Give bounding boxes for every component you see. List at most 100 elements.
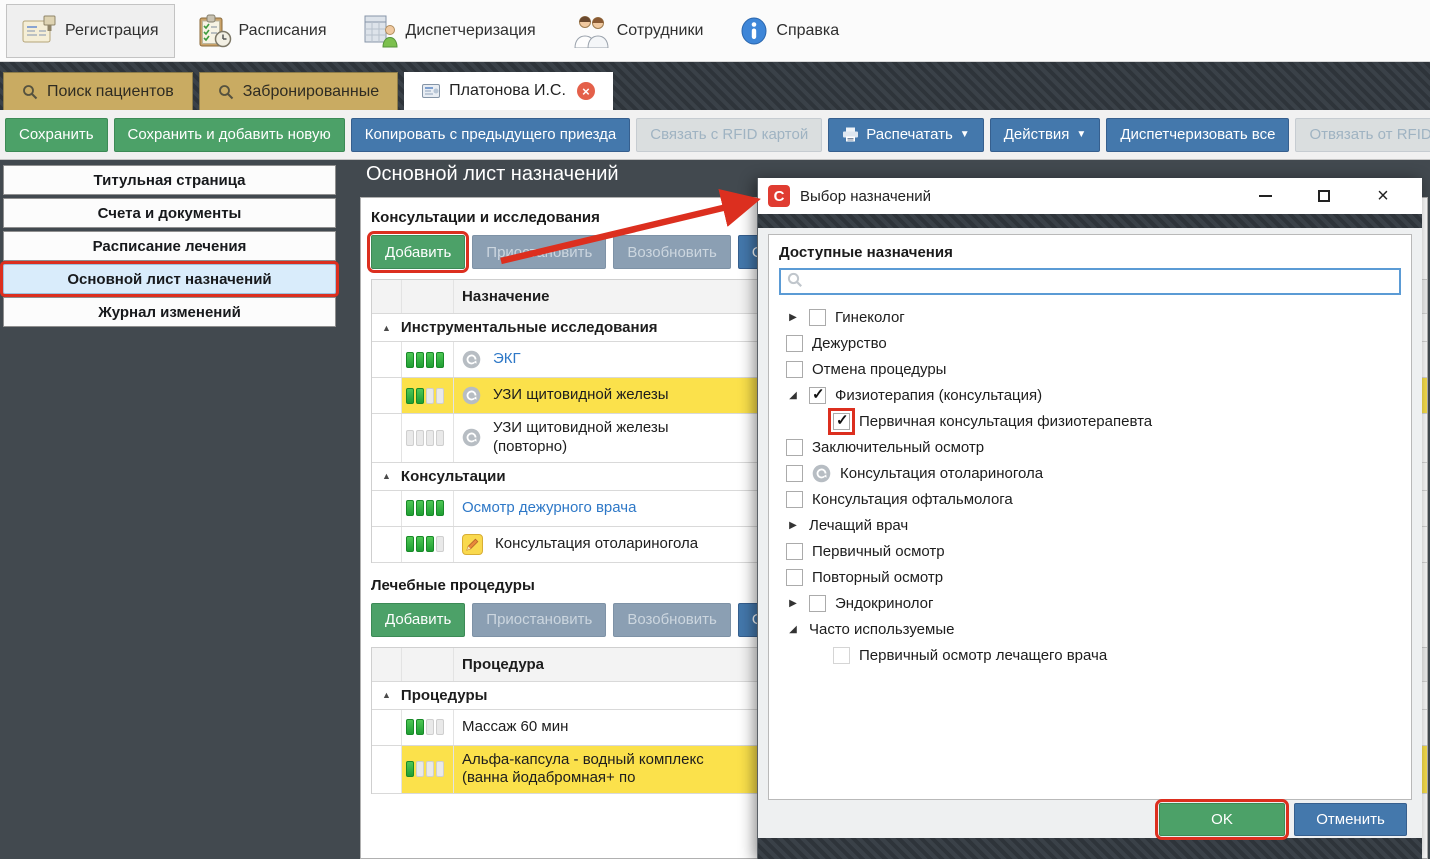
ribbon-item-5[interactable]: Справка xyxy=(724,4,854,58)
tree-item[interactable]: Повторный осмотр xyxy=(769,564,1411,590)
tree-item[interactable]: ▶ Гинеколог xyxy=(769,304,1411,330)
ribbon-item-3[interactable]: Диспетчеризация xyxy=(348,4,551,58)
tree-item-label: Гинеколог xyxy=(835,309,905,326)
tree-checkbox[interactable] xyxy=(809,595,826,612)
progress-block-on xyxy=(406,761,414,777)
minimize-icon[interactable] xyxy=(1250,181,1280,211)
expander-expanded-icon[interactable]: ◢ xyxy=(786,390,800,401)
tree-item[interactable]: ◢Физиотерапия (консультация) xyxy=(769,382,1411,408)
search-icon xyxy=(22,84,38,100)
tab-close-icon[interactable]: × xyxy=(577,82,595,100)
collapse-triangle-icon: ▲ xyxy=(382,690,391,700)
progress-block-off xyxy=(416,761,424,777)
maximize-icon[interactable] xyxy=(1309,181,1339,211)
tree-checkbox[interactable] xyxy=(786,465,803,482)
tab-3[interactable]: Платонова И.С.× xyxy=(404,72,613,110)
tree-checkbox[interactable] xyxy=(786,543,803,560)
actions-button[interactable]: Действия▼ xyxy=(990,118,1101,152)
tree-item-label: Заключительный осмотр xyxy=(812,439,984,456)
search-box[interactable] xyxy=(779,268,1401,295)
button-label: Действия xyxy=(1004,126,1070,143)
tab-2[interactable]: Забронированные xyxy=(199,72,398,110)
save-button[interactable]: Сохранить xyxy=(5,118,108,152)
close-icon[interactable]: × xyxy=(1368,181,1398,211)
tree-checkbox[interactable] xyxy=(786,361,803,378)
dialog-titlebar: С Выбор назначений × xyxy=(758,178,1422,214)
expander-collapsed-icon[interactable]: ▶ xyxy=(786,312,800,323)
add-procedure-button[interactable]: Добавить xyxy=(371,603,465,637)
action-toolbar: Сохранить Сохранить и добавить новую Копир… xyxy=(0,110,1430,160)
progress-block-off xyxy=(406,430,414,446)
dispatch-icon xyxy=(363,14,399,48)
copy-previous-visit-button[interactable]: Копировать с предыдущего приезда xyxy=(351,118,631,152)
tree-checkbox[interactable] xyxy=(786,439,803,456)
sidebar-item-1[interactable]: Титульная страница xyxy=(3,165,336,195)
row-expander-cell xyxy=(372,342,402,377)
tree-checkbox[interactable] xyxy=(809,387,826,404)
sidebar-item-3[interactable]: Расписание лечения xyxy=(3,231,336,261)
tree-item[interactable]: Первичная консультация физиотерапевта xyxy=(769,408,1411,434)
search-icon xyxy=(787,272,803,292)
ribbon-item-1[interactable]: Регистрация xyxy=(6,4,175,58)
tab-1[interactable]: Поиск пациентов xyxy=(3,72,193,110)
tree-checkbox[interactable] xyxy=(833,413,850,430)
tree-item[interactable]: Консультация офтальмолога xyxy=(769,486,1411,512)
tree-item-label: Повторный осмотр xyxy=(812,569,943,586)
cancel-button[interactable]: Отменить xyxy=(1294,803,1407,836)
row-label[interactable]: Осмотр дежурного врача xyxy=(462,499,636,518)
tree-checkbox[interactable] xyxy=(786,491,803,508)
tree-item[interactable]: Первичный осмотр xyxy=(769,538,1411,564)
button-label: Копировать с предыдущего приезда xyxy=(365,126,617,143)
tree-checkbox[interactable] xyxy=(786,335,803,352)
sidebar-item-5[interactable]: Журнал изменений xyxy=(3,297,336,327)
save-and-add-button[interactable]: Сохранить и добавить новую xyxy=(114,118,345,152)
expander-expanded-icon[interactable]: ◢ xyxy=(786,624,800,635)
ribbon-item-2[interactable]: Расписания xyxy=(181,4,342,58)
collapse-triangle-icon: ▲ xyxy=(382,471,391,481)
row-expander-cell xyxy=(372,491,402,526)
tree-item[interactable]: ◢ Часто используемые xyxy=(769,616,1411,642)
button-label: Отвязать от RFID-ка xyxy=(1309,126,1430,143)
row-progress-cell xyxy=(402,491,454,526)
ribbon-item-label: Расписания xyxy=(239,22,327,40)
expander-collapsed-icon[interactable]: ▶ xyxy=(786,520,800,531)
progress-block-on xyxy=(436,352,444,368)
tree-checkbox[interactable] xyxy=(809,309,826,326)
progress-indicator xyxy=(406,719,444,735)
ok-button[interactable]: OK xyxy=(1159,803,1285,836)
progress-block-off xyxy=(436,430,444,446)
dialog-body: Доступные назначения ▶ГинекологДежурство… xyxy=(758,228,1422,838)
tree-item[interactable]: Заключительный осмотр xyxy=(769,434,1411,460)
button-label: Сохранить и добавить новую xyxy=(128,126,331,143)
registration-icon xyxy=(22,15,58,47)
button-label: Возобновить xyxy=(627,244,716,261)
available-assignments-panel: Доступные назначения ▶ГинекологДежурство… xyxy=(768,234,1412,800)
dispatch-all-button[interactable]: Диспетчеризовать все xyxy=(1106,118,1289,152)
button-label: Распечатать xyxy=(866,126,953,143)
ribbon-item-4[interactable]: Сотрудники xyxy=(557,4,719,58)
tree-item[interactable]: Дежурство xyxy=(769,330,1411,356)
tree-item[interactable]: Консультация отолариногола xyxy=(769,460,1411,486)
tree-item[interactable]: ▶Эндокринолог xyxy=(769,590,1411,616)
group-label: Процедуры xyxy=(401,687,488,704)
expander-collapsed-icon[interactable]: ▶ xyxy=(786,598,800,609)
button-label: Связать с RFID картой xyxy=(650,126,808,143)
tab-label: Поиск пациентов xyxy=(47,83,174,101)
row-expander-cell xyxy=(372,414,402,462)
print-button[interactable]: Распечатать▼ xyxy=(828,118,983,152)
pause-assignment-button: Приостановить xyxy=(472,235,606,269)
row-label: УЗИ щитовидной железы xyxy=(493,386,669,405)
add-assignment-button[interactable]: Добавить xyxy=(371,235,465,269)
tree-checkbox[interactable] xyxy=(786,569,803,586)
tree-item[interactable]: Отмена процедуры xyxy=(769,356,1411,382)
tree-item[interactable]: Первичный осмотр лечащего врача xyxy=(769,642,1411,668)
progress-block-on xyxy=(406,352,414,368)
row-expander-cell xyxy=(372,378,402,413)
sidebar-item-2[interactable]: Счета и документы xyxy=(3,198,336,228)
search-input[interactable] xyxy=(809,274,1393,290)
row-label[interactable]: ЭКГ xyxy=(493,350,521,369)
sidebar-item-4[interactable]: Основной лист назначений xyxy=(3,264,336,294)
tree-checkbox[interactable] xyxy=(833,647,850,664)
tree-item[interactable]: ▶Лечащий врач xyxy=(769,512,1411,538)
tree-item-label: Часто используемые xyxy=(809,621,954,638)
